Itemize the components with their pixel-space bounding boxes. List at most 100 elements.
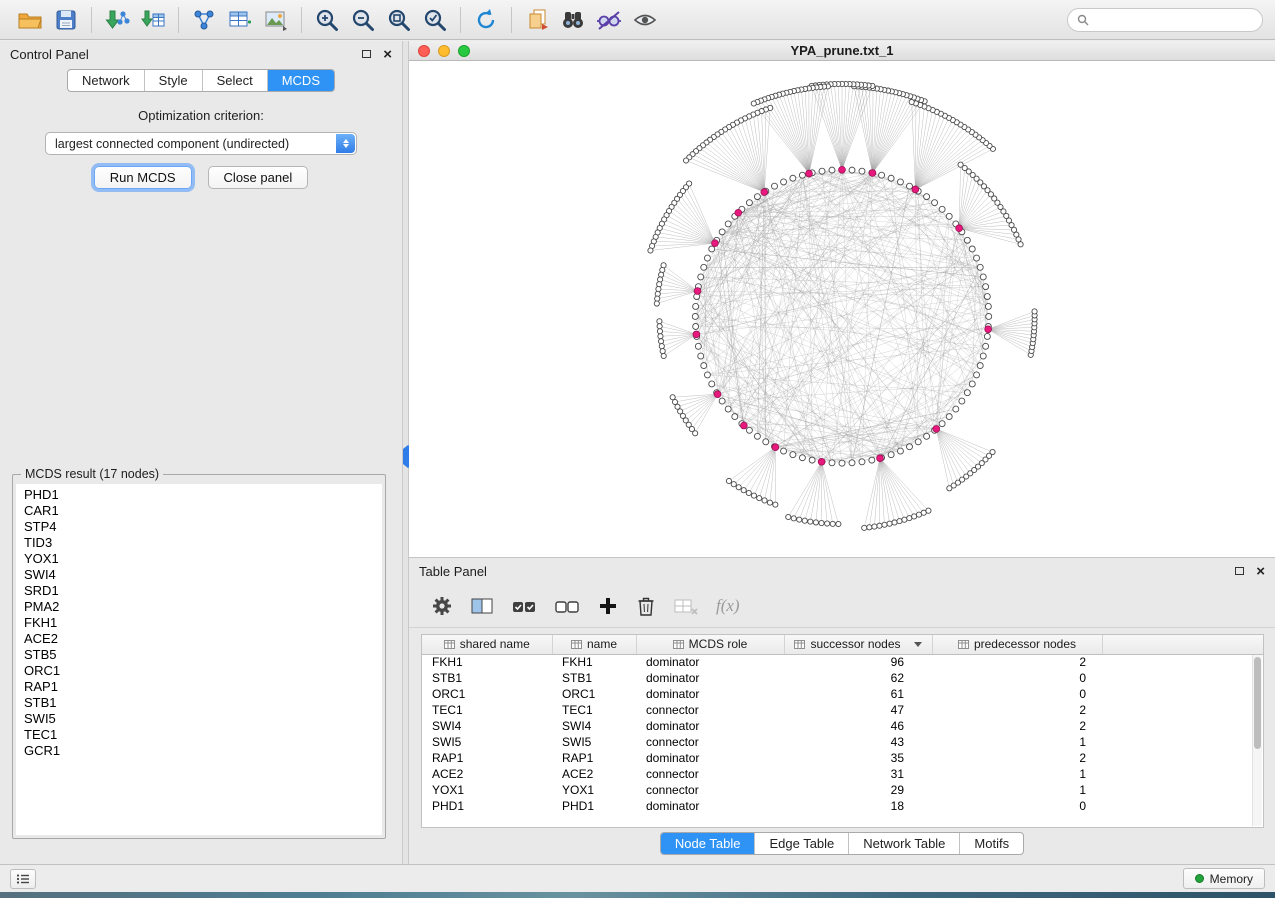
deselect-all-button[interactable] (554, 596, 580, 616)
table-row[interactable]: STB1STB1dominator620 (422, 670, 1263, 686)
mcds-result-item[interactable]: SRD1 (24, 583, 382, 599)
export-image-button[interactable] (258, 4, 294, 36)
minimize-window-icon[interactable] (438, 45, 450, 57)
table-panel-title: Table Panel (419, 564, 487, 579)
column-header-successor-nodes[interactable]: successor nodes (784, 635, 932, 654)
mcds-result-item[interactable]: ORC1 (24, 663, 382, 679)
table-cell: 29 (784, 782, 932, 798)
panel-splitter[interactable] (402, 41, 409, 864)
float-panel-icon[interactable] (362, 50, 371, 58)
column-grid-icon (958, 639, 969, 650)
table-row[interactable]: FKH1FKH1dominator962 (422, 654, 1263, 670)
tab-select[interactable]: Select (203, 70, 268, 91)
table-settings-button[interactable] (431, 595, 453, 617)
column-header-MCDS-role[interactable]: MCDS role (636, 635, 784, 654)
table-row[interactable]: TEC1TEC1connector472 (422, 702, 1263, 718)
new-table-button[interactable] (222, 4, 258, 36)
main-toolbar (0, 0, 1275, 40)
save-session-button[interactable] (48, 4, 84, 36)
refresh-layout-button[interactable] (468, 4, 504, 36)
table-tab-motifs[interactable]: Motifs (960, 833, 1023, 854)
zoom-in-button[interactable] (309, 4, 345, 36)
column-header-predecessor-nodes[interactable]: predecessor nodes (932, 635, 1102, 654)
zoom-selected-button[interactable] (417, 4, 453, 36)
task-history-button[interactable] (10, 869, 36, 889)
mcds-result-item[interactable]: FKH1 (24, 615, 382, 631)
column-layout-button[interactable] (470, 596, 494, 616)
table-cell-filler (1102, 782, 1263, 798)
close-panel-icon[interactable]: × (383, 47, 392, 62)
table-row[interactable]: ACE2ACE2connector311 (422, 766, 1263, 782)
network-graph[interactable] (409, 61, 1275, 557)
delete-column-button[interactable] (636, 595, 656, 617)
tab-network[interactable]: Network (68, 70, 145, 91)
table-cell: 31 (784, 766, 932, 782)
zoom-fit-button[interactable] (381, 4, 417, 36)
mcds-result-item[interactable]: STB1 (24, 695, 382, 711)
import-network-button[interactable] (99, 4, 135, 36)
select-all-button[interactable] (511, 596, 537, 616)
float-panel-icon[interactable] (1235, 567, 1244, 575)
dropdown-stepper-icon (336, 134, 355, 153)
zoom-out-icon (350, 7, 376, 33)
mcds-result-item[interactable]: YOX1 (24, 551, 382, 567)
table-scrollbar[interactable] (1252, 655, 1262, 826)
maximize-window-icon[interactable] (458, 45, 470, 57)
search-input[interactable] (1095, 13, 1253, 27)
close-panel-button[interactable]: Close panel (208, 166, 309, 189)
table-row[interactable]: RAP1RAP1dominator352 (422, 750, 1263, 766)
memory-button[interactable]: Memory (1183, 868, 1265, 889)
run-mcds-button[interactable]: Run MCDS (94, 166, 192, 189)
hide-details-button[interactable] (591, 4, 627, 36)
mcds-result-item[interactable]: SWI4 (24, 567, 382, 583)
toolbar-search-field[interactable] (1067, 8, 1263, 32)
table-tab-network-table[interactable]: Network Table (849, 833, 960, 854)
mcds-result-item[interactable]: ACE2 (24, 631, 382, 647)
mcds-result-item[interactable]: SWI5 (24, 711, 382, 727)
mcds-result-item[interactable]: STB5 (24, 647, 382, 663)
table-tab-edge-table[interactable]: Edge Table (755, 833, 849, 854)
table-cell: 47 (784, 702, 932, 718)
search-binoculars-button[interactable] (555, 4, 591, 36)
table-tab-node-table[interactable]: Node Table (661, 833, 756, 854)
table-cell: FKH1 (422, 654, 552, 670)
column-header-shared-name[interactable]: shared name (422, 635, 552, 654)
mcds-result-item[interactable]: GCR1 (24, 743, 382, 759)
show-details-button[interactable] (627, 4, 663, 36)
table-row[interactable]: SWI5SWI5connector431 (422, 734, 1263, 750)
table-row[interactable]: SWI4SWI4dominator462 (422, 718, 1263, 734)
mcds-result-item[interactable]: TEC1 (24, 727, 382, 743)
network-view-window: YPA_prune.txt_1 (409, 41, 1275, 558)
tab-style[interactable]: Style (145, 70, 203, 91)
zoom-out-button[interactable] (345, 4, 381, 36)
close-panel-icon[interactable]: × (1256, 564, 1265, 579)
mcds-result-item[interactable]: CAR1 (24, 503, 382, 519)
deselect-all-checkboxes-icon (554, 596, 580, 616)
table-cell: 46 (784, 718, 932, 734)
open-file-button[interactable] (12, 4, 48, 36)
mcds-result-item[interactable]: PMA2 (24, 599, 382, 615)
table-row[interactable]: YOX1YOX1connector291 (422, 782, 1263, 798)
network-canvas[interactable] (409, 61, 1275, 558)
network-window-titlebar[interactable]: YPA_prune.txt_1 (409, 41, 1275, 61)
mcds-result-item[interactable]: RAP1 (24, 679, 382, 695)
function-builder-button[interactable]: f(x) (716, 596, 740, 616)
mcds-result-item[interactable]: STP4 (24, 519, 382, 535)
close-window-icon[interactable] (418, 45, 430, 57)
add-column-button[interactable] (597, 595, 619, 617)
column-header-name[interactable]: name (552, 635, 636, 654)
node-table: shared namenameMCDS rolesuccessor nodesp… (421, 634, 1264, 828)
share-document-button[interactable] (519, 4, 555, 36)
scrollbar-thumb[interactable] (1254, 657, 1261, 749)
table-cell: SWI5 (552, 734, 636, 750)
table-row[interactable]: PHD1PHD1dominator180 (422, 798, 1263, 814)
optimization-criterion-dropdown[interactable]: largest connected component (undirected) (45, 132, 357, 155)
mcds-result-item[interactable]: PHD1 (24, 487, 382, 503)
tab-mcds[interactable]: MCDS (268, 70, 334, 91)
new-network-button[interactable] (186, 4, 222, 36)
mcds-result-item[interactable]: TID3 (24, 535, 382, 551)
table-row[interactable]: ORC1ORC1dominator610 (422, 686, 1263, 702)
open-folder-icon (17, 8, 43, 32)
import-table-button[interactable] (135, 4, 171, 36)
table-panel: Table Panel × (409, 558, 1275, 864)
